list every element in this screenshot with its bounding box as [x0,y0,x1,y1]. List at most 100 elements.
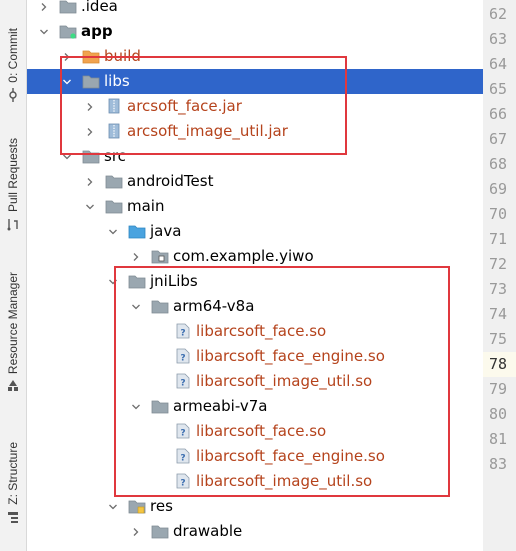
tree-row-jnilibs[interactable]: jniLibs [27,269,483,294]
line-number: 65 [489,80,508,98]
tree-row-libarcsoft-image-util-so[interactable]: ? libarcsoft_image_util.so [27,469,483,494]
line-number: 63 [489,30,508,48]
line-number: 71 [489,230,508,248]
tool-tab-resource-manager[interactable]: Resource Manager [0,272,26,392]
tree-row-label: .idea [81,0,118,15]
resource-folder-icon [128,498,146,514]
tool-tab-z-structure[interactable]: Z: Structure [0,442,26,523]
folder-icon [151,398,169,414]
chevron-down-icon[interactable] [106,269,120,294]
svg-text:?: ? [180,479,185,489]
tree-row-libs[interactable]: libs [27,69,483,94]
tree-row-armeabi-v7a[interactable]: armeabi-v7a [27,394,483,419]
tree-row-res[interactable]: res [27,494,483,519]
folder-icon [105,198,123,214]
tree-row-label: arm64-v8a [173,297,255,315]
tree-row-libarcsoft-face-so[interactable]: ? libarcsoft_face.so [27,319,483,344]
line-number: 69 [489,180,508,198]
tree-row-label: drawable [173,522,243,540]
module-folder-icon [59,23,77,39]
chevron-down-icon[interactable] [60,144,74,169]
chevron-right-icon[interactable] [60,44,74,69]
chevron-down-icon[interactable] [60,69,74,94]
tool-tab-pull-requests[interactable]: Pull Requests [0,138,26,231]
tree-row-androidtest[interactable]: androidTest [27,169,483,194]
commit-icon [6,87,20,102]
chevron-down-icon[interactable] [129,394,143,419]
line-number: 75 [489,330,508,348]
chevron-down-icon[interactable] [106,494,120,519]
folder-icon [151,298,169,314]
svg-text:?: ? [180,354,185,364]
tree-row-libarcsoft-face-so[interactable]: ? libarcsoft_face.so [27,419,483,444]
source-folder-icon [128,223,146,239]
left-tool-stripe: 0: Commit Pull Requests Resource Manager Z:… [0,0,27,551]
tree-row-label: build [104,47,141,65]
chevron-right-icon[interactable] [129,519,143,544]
svg-text:?: ? [180,329,185,339]
folder-icon [128,273,146,289]
tree-row-label: libarcsoft_face_engine.so [196,447,385,465]
structure-icon [6,509,20,523]
tree-row-label: res [150,497,173,515]
tree-row-label: java [150,222,182,240]
tree-row-label: app [81,22,113,40]
folder-icon [151,523,169,539]
chevron-right-icon[interactable] [83,119,97,144]
tree-row-drawable[interactable]: drawable [27,519,483,544]
tree-row-java[interactable]: java [27,219,483,244]
project-tree[interactable]: .idea app build libs arcsoft_face.jararcsoft… [27,0,483,551]
chevron-right-icon[interactable] [83,169,97,194]
folder-icon [105,173,123,189]
chevron-right-icon[interactable] [129,244,143,269]
tool-tab-0-commit[interactable]: 0: Commit [0,28,26,102]
tree-row-label: libarcsoft_image_util.so [196,472,373,490]
tree-row-arcsoft-image-util-jar[interactable]: arcsoft_image_util.jar [27,119,483,144]
line-number: 72 [489,255,508,273]
tree-row-app[interactable]: app [27,19,483,44]
tree-row-arcsoft-face-jar[interactable]: arcsoft_face.jar [27,94,483,119]
tree-row-com-example-yiwo[interactable]: com.example.yiwo [27,244,483,269]
tree-row-label: libarcsoft_face.so [196,322,327,340]
unknown-file-icon: ? [174,373,192,389]
unknown-file-icon: ? [174,423,192,439]
line-number: 83 [489,455,508,473]
line-number: 81 [489,430,508,448]
folder-icon [59,0,77,14]
folder-icon [82,73,100,89]
line-number: 66 [489,105,508,123]
unknown-file-icon: ? [174,473,192,489]
line-number: 79 [489,380,508,398]
chevron-right-icon[interactable] [83,94,97,119]
excluded-folder-icon [82,48,100,64]
tree-row-idea[interactable]: .idea [27,0,483,19]
line-number: 80 [489,405,508,423]
chevron-down-icon[interactable] [37,19,51,44]
tree-row-label: libs [104,72,130,90]
tree-row-libarcsoft-face-engine-so[interactable]: ? libarcsoft_face_engine.so [27,444,483,469]
tree-row-label: main [127,197,165,215]
tree-row-label: src [104,147,126,165]
tree-row-label: com.example.yiwo [173,247,314,265]
svg-text:?: ? [180,429,185,439]
tool-tab-label: Resource Manager [6,272,20,375]
tree-row-label: arcsoft_face.jar [127,97,242,115]
tree-row-libarcsoft-face-engine-so[interactable]: ? libarcsoft_face_engine.so [27,344,483,369]
tree-row-main[interactable]: main [27,194,483,219]
unknown-file-icon: ? [174,323,192,339]
unknown-file-icon: ? [174,348,192,364]
package-icon [151,248,169,264]
line-number: 67 [489,130,508,148]
tree-row-src[interactable]: src [27,144,483,169]
tree-row-arm64-v8a[interactable]: arm64-v8a [27,294,483,319]
chevron-down-icon[interactable] [106,219,120,244]
chevron-down-icon[interactable] [129,294,143,319]
tree-row-label: libarcsoft_face_engine.so [196,347,385,365]
chevron-right-icon[interactable] [37,0,51,19]
tree-row-libarcsoft-image-util-so[interactable]: ? libarcsoft_image_util.so [27,369,483,394]
chevron-down-icon[interactable] [83,194,97,219]
svg-text:?: ? [180,454,185,464]
tree-row-label: jniLibs [150,272,198,290]
tree-row-build[interactable]: build [27,44,483,69]
tree-row-label: armeabi-v7a [173,397,268,415]
